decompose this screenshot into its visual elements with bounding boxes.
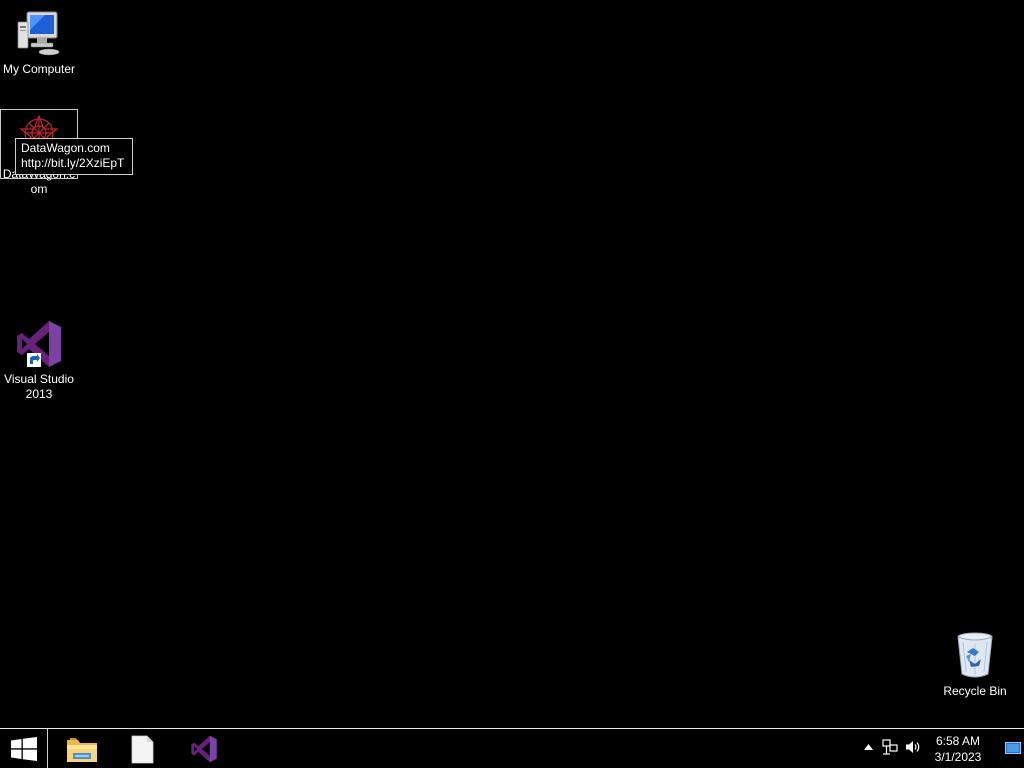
document-icon — [131, 735, 154, 764]
my-computer-shortcut[interactable]: My Computer — [0, 8, 78, 77]
tooltip-title: DataWagon.com — [21, 141, 110, 155]
recycle-bin-label: Recycle Bin — [943, 684, 1007, 698]
taskbar-blank-document[interactable] — [112, 729, 172, 768]
speaker-volume-icon[interactable] — [905, 739, 921, 755]
desktop[interactable]: My Computer DataWagon.com DataWagon.com … — [0, 0, 1024, 728]
show-hidden-icons-chevron-up-icon[interactable] — [864, 744, 873, 750]
computer-icon — [17, 11, 60, 56]
show-desktop-button[interactable] — [1002, 729, 1024, 768]
taskbar[interactable]: 6:58 AM 3/1/2023 — [0, 728, 1024, 768]
datawagon-tooltip: DataWagon.com http://bit.ly/2XziEpT — [15, 138, 133, 175]
windows-logo-icon — [11, 737, 37, 761]
tooltip-url: http://bit.ly/2XziEpT — [21, 156, 125, 170]
my-computer-label: My Computer — [2, 62, 76, 76]
recycle-bin-icon — [957, 632, 993, 678]
taskbar-file-explorer[interactable] — [52, 729, 112, 768]
recycle-bin-shortcut[interactable]: Recycle Bin — [936, 630, 1014, 699]
visual-studio-shortcut[interactable]: Visual Studio 2013 — [0, 318, 78, 402]
folder-icon — [67, 738, 97, 762]
clock-date: 3/1/2023 — [934, 750, 982, 764]
taskbar-visual-studio[interactable] — [174, 729, 234, 768]
visual-studio-icon — [17, 321, 61, 367]
clock-time: 6:58 AM — [935, 734, 981, 748]
clock[interactable]: 6:58 AM 3/1/2023 — [928, 733, 988, 765]
visual-studio-icon — [191, 735, 217, 763]
desktop-monitor-icon — [1005, 742, 1021, 754]
visual-studio-label: Visual Studio 2013 — [4, 372, 74, 401]
system-tray: 6:58 AM 3/1/2023 — [854, 729, 1024, 768]
start-button[interactable] — [0, 729, 48, 768]
network-icon[interactable] — [882, 739, 898, 755]
